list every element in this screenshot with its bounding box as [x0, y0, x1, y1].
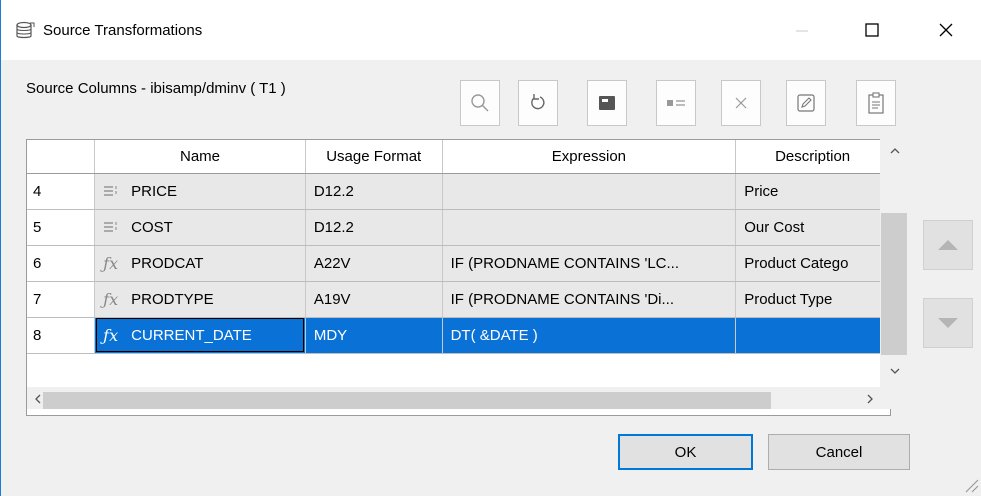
table-row[interactable]: 7 ƒx PRODTYPE A19V IF (PRODNAME CONTAINS 'Di…: [27, 281, 890, 318]
vertical-scroll-thumb[interactable]: [881, 213, 907, 355]
name-wrap: ƒx CURRENT_DATE: [103, 325, 304, 345]
magnifier-icon: [471, 94, 489, 112]
expression-cell[interactable]: IF (PRODNAME CONTAINS 'Di...: [442, 281, 737, 318]
description-cell[interactable]: Our Cost: [735, 209, 890, 246]
window-button[interactable]: [587, 80, 627, 126]
name-wrap: PRICE: [103, 182, 304, 200]
expression-cell[interactable]: [442, 209, 737, 246]
resize-grip-icon[interactable]: [956, 470, 980, 494]
window-icon: [599, 96, 615, 110]
maximize-icon: [865, 23, 879, 37]
empty-cell: [27, 353, 95, 389]
usage-format-cell[interactable]: MDY: [305, 317, 443, 354]
row-number-cell[interactable]: 6: [27, 245, 96, 282]
table-row[interactable]: 8 ƒx CURRENT_DATE MDY DT( &DATE ): [27, 317, 890, 354]
edit-button[interactable]: [786, 80, 826, 126]
function-icon: ƒx: [103, 253, 119, 273]
name-label: PRODTYPE: [131, 290, 214, 308]
usage-format-cell[interactable]: D12.2: [305, 209, 443, 246]
column-header-expression[interactable]: Expression: [442, 140, 737, 174]
function-icon: ƒx: [103, 289, 119, 309]
name-wrap: COST: [103, 218, 304, 236]
cancel-button[interactable]: Cancel: [768, 434, 910, 470]
scroll-down-arrow-icon[interactable]: [889, 366, 901, 376]
corner-cell: [27, 140, 96, 174]
scroll-up-arrow-icon[interactable]: [889, 146, 901, 156]
usage-format-cell[interactable]: D12.2: [305, 173, 443, 210]
description-cell[interactable]: [735, 317, 890, 354]
header-row: Name Usage Format Expression Description: [27, 140, 890, 174]
refresh-button[interactable]: [518, 80, 558, 126]
column-header-name[interactable]: Name: [94, 140, 306, 174]
scroll-right-arrow-icon[interactable]: [865, 393, 875, 405]
name-wrap: ƒx PRODTYPE: [103, 289, 304, 309]
description-cell[interactable]: Product Type: [735, 281, 890, 318]
clipboard-button[interactable]: [856, 80, 896, 126]
usage-format-cell[interactable]: A19V: [305, 281, 443, 318]
field-icon: [103, 221, 123, 233]
title-bar: Source Transformations: [1, 0, 981, 60]
row-number-cell[interactable]: 4: [27, 173, 96, 210]
row-number-cell[interactable]: 8: [27, 317, 96, 354]
name-cell[interactable]: COST: [94, 209, 306, 246]
pencil-icon: [797, 94, 815, 112]
close-button[interactable]: [923, 12, 969, 48]
x-icon: [735, 97, 747, 109]
name-cell[interactable]: ƒx PRODTYPE: [94, 281, 306, 318]
triangle-up-icon: [938, 240, 958, 250]
function-icon: ƒx: [103, 325, 119, 345]
name-label: PRICE: [131, 182, 178, 200]
name-label: COST: [131, 218, 173, 236]
move-down-button[interactable]: [923, 298, 973, 348]
horizontal-scroll-thumb[interactable]: [43, 392, 771, 409]
usage-format-cell[interactable]: A22V: [305, 245, 443, 282]
minimize-icon: [796, 30, 808, 32]
card-icon: [667, 100, 685, 106]
clipboard-icon: [868, 92, 884, 114]
triangle-down-icon: [938, 318, 958, 328]
close-icon: [939, 23, 953, 37]
column-header-description[interactable]: Description: [735, 140, 890, 174]
name-cell[interactable]: ƒx PRODCAT: [94, 245, 306, 282]
name-wrap: ƒx PRODCAT: [103, 253, 304, 273]
window-title: Source Transformations: [43, 22, 203, 39]
description-cell[interactable]: Price: [735, 173, 890, 210]
empty-cell: [305, 353, 443, 389]
ok-button[interactable]: OK: [618, 434, 753, 470]
refresh-icon: [531, 94, 545, 110]
source-columns-label: Source Columns - ibisamp/dminv ( T1 ): [26, 80, 286, 97]
empty-cell: [442, 353, 736, 389]
search-button[interactable]: [460, 80, 500, 126]
database-icon: [16, 21, 35, 39]
table-row[interactable]: 5 COST D12.2 Our Cost: [27, 209, 890, 246]
empty-cell: [735, 353, 890, 389]
row-number-cell[interactable]: 7: [27, 281, 96, 318]
column-header-usage-format[interactable]: Usage Format: [305, 140, 443, 174]
delete-button[interactable]: [721, 80, 761, 126]
name-cell[interactable]: PRICE: [94, 173, 306, 210]
table-row[interactable]: 4 PRICE D12.2 Price: [27, 173, 890, 210]
table-row[interactable]: 6 ƒx PRODCAT A22V IF (PRODNAME CONTAINS 'LC.…: [27, 245, 890, 282]
minimize-button[interactable]: [779, 12, 825, 48]
source-transformations-dialog: Source Transformations Source Columns - …: [0, 0, 981, 496]
scroll-left-arrow-icon[interactable]: [33, 393, 43, 405]
description-cell[interactable]: Product Catego: [735, 245, 890, 282]
card-button[interactable]: [656, 80, 696, 126]
expression-cell[interactable]: DT( &DATE ): [442, 317, 737, 354]
source-columns-grid[interactable]: Name Usage Format Expression Description…: [26, 139, 891, 416]
empty-row: [27, 353, 890, 389]
field-icon: [103, 185, 123, 197]
name-label: CURRENT_DATE: [131, 326, 252, 344]
maximize-button[interactable]: [849, 12, 895, 48]
name-cell[interactable]: ƒx CURRENT_DATE: [94, 317, 306, 354]
empty-cell: [94, 353, 306, 389]
row-number-cell[interactable]: 5: [27, 209, 96, 246]
expression-cell[interactable]: IF (PRODNAME CONTAINS 'LC...: [442, 245, 737, 282]
move-up-button[interactable]: [923, 220, 973, 270]
name-label: PRODCAT: [131, 254, 204, 272]
expression-cell[interactable]: [442, 173, 737, 210]
